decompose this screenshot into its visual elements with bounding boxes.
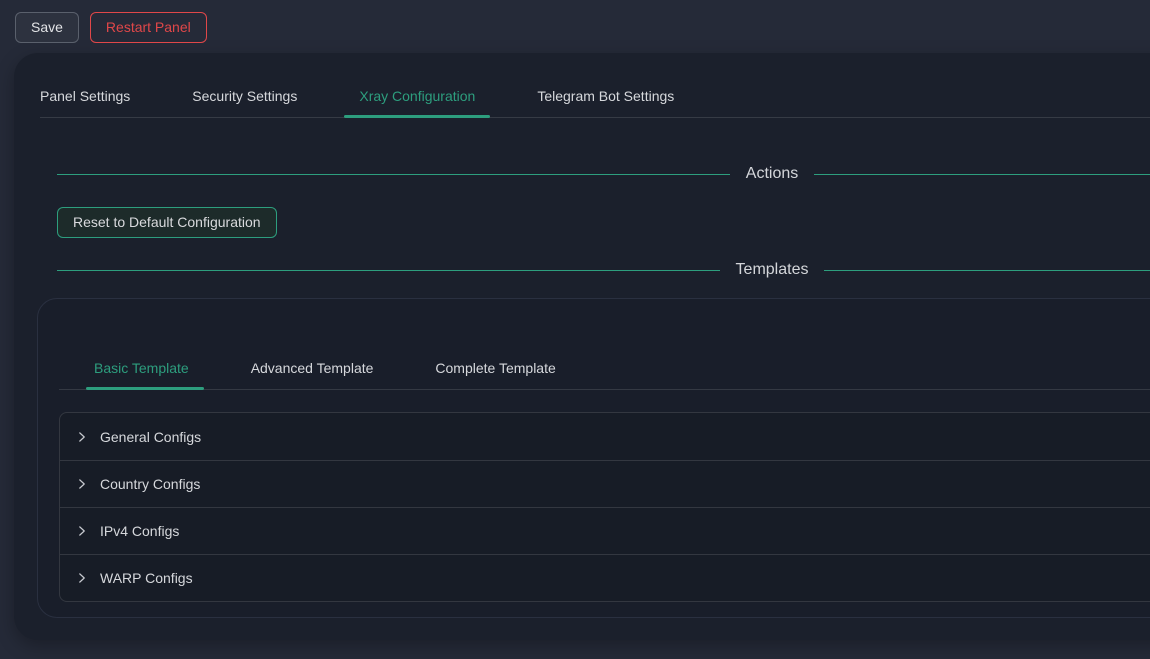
divider-line bbox=[814, 174, 1150, 175]
restart-panel-button[interactable]: Restart Panel bbox=[90, 12, 207, 43]
tab-complete-template[interactable]: Complete Template bbox=[435, 357, 555, 389]
tab-basic-template[interactable]: Basic Template bbox=[94, 357, 189, 389]
tab-panel-settings[interactable]: Panel Settings bbox=[40, 85, 130, 117]
accordion-item-country-configs[interactable]: Country Configs bbox=[60, 460, 1150, 507]
accordion-item-label: General Configs bbox=[100, 429, 201, 445]
reset-to-default-button[interactable]: Reset to Default Configuration bbox=[57, 207, 277, 238]
tab-telegram-bot-settings[interactable]: Telegram Bot Settings bbox=[537, 85, 674, 117]
chevron-right-icon bbox=[76, 572, 88, 584]
accordion-item-label: WARP Configs bbox=[100, 570, 193, 586]
templates-card: Basic Template Advanced Template Complet… bbox=[37, 298, 1150, 618]
templates-divider: Templates bbox=[57, 258, 1150, 282]
settings-card: Panel Settings Security Settings Xray Co… bbox=[14, 53, 1150, 640]
tab-advanced-template[interactable]: Advanced Template bbox=[251, 357, 374, 389]
accordion-item-general-configs[interactable]: General Configs bbox=[60, 413, 1150, 460]
divider-line bbox=[57, 174, 730, 175]
actions-divider: Actions bbox=[57, 162, 1150, 186]
accordion-item-warp-configs[interactable]: WARP Configs bbox=[60, 554, 1150, 601]
chevron-right-icon bbox=[76, 478, 88, 490]
main-tabs: Panel Settings Security Settings Xray Co… bbox=[40, 85, 1150, 118]
divider-line bbox=[57, 270, 720, 271]
save-button[interactable]: Save bbox=[15, 12, 79, 43]
actions-section-title: Actions bbox=[730, 165, 814, 183]
accordion-item-label: IPv4 Configs bbox=[100, 523, 179, 539]
toolbar: Save Restart Panel bbox=[15, 12, 207, 43]
chevron-right-icon bbox=[76, 525, 88, 537]
tab-security-settings[interactable]: Security Settings bbox=[192, 85, 297, 117]
actions-row: Reset to Default Configuration bbox=[57, 207, 1150, 238]
divider-line bbox=[824, 270, 1150, 271]
xray-configuration-content: Actions Reset to Default Configuration T… bbox=[14, 162, 1150, 618]
tab-xray-configuration[interactable]: Xray Configuration bbox=[359, 85, 475, 117]
templates-section-title: Templates bbox=[720, 261, 825, 279]
configs-accordion: General Configs Country Configs IPv4 Con… bbox=[59, 412, 1150, 602]
template-tabs: Basic Template Advanced Template Complet… bbox=[59, 357, 1150, 390]
accordion-item-ipv4-configs[interactable]: IPv4 Configs bbox=[60, 507, 1150, 554]
accordion-item-label: Country Configs bbox=[100, 476, 200, 492]
chevron-right-icon bbox=[76, 431, 88, 443]
